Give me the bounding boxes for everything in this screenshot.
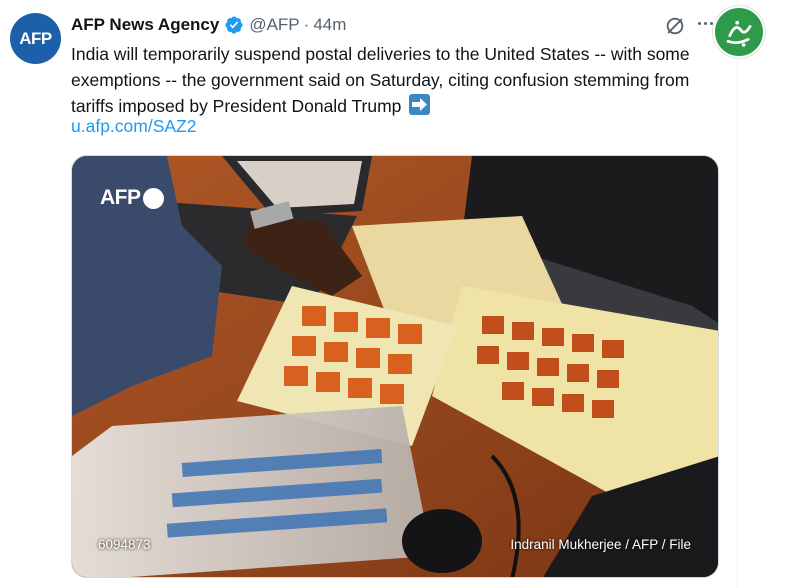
tweet-photo[interactable]: AFP 6094873 Indranil Mukherjee / AFP / F… (71, 155, 719, 578)
photo-credit: Indranil Mukherjee / AFP / File (510, 537, 691, 552)
photo-image (72, 156, 718, 577)
account-handle[interactable]: @AFP (249, 15, 299, 35)
tweet-time[interactable]: 44m (313, 15, 346, 35)
afp-logo-dot (142, 187, 164, 209)
tweet-link[interactable]: u.afp.com/SAZ2 (71, 116, 196, 137)
tweet-text: India will temporarily suspend postal de… (71, 41, 721, 119)
timeline-divider (737, 0, 738, 588)
verified-badge-icon[interactable] (224, 15, 244, 35)
tweet-body: India will temporarily suspend postal de… (71, 44, 690, 116)
tweet-header: AFP News Agency @AFP · 44m (71, 13, 346, 37)
account-name[interactable]: AFP News Agency (71, 15, 219, 35)
separator-dot: · (303, 15, 310, 34)
grok-icon[interactable] (664, 15, 686, 37)
afp-photo-logo: AFP (100, 186, 164, 210)
avatar[interactable]: AFP (10, 13, 61, 64)
avatar-text: AFP (19, 28, 52, 48)
right-arrow-emoji (409, 94, 431, 115)
afp-logo-text: AFP (100, 186, 141, 209)
photo-id: 6094873 (98, 537, 151, 552)
